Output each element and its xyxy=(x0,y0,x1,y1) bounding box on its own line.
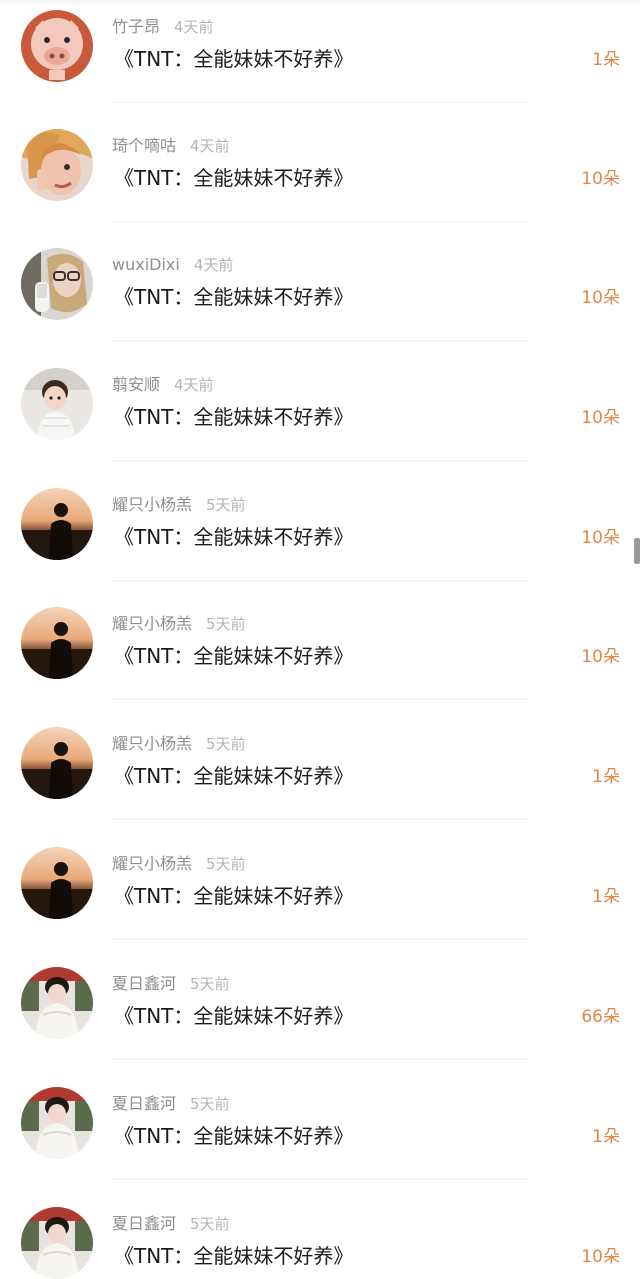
divider xyxy=(112,340,528,341)
gift-count: 1朵 xyxy=(592,1127,620,1147)
list-item[interactable]: 翦安顺 4天前 《TNT：全能妹妹不好养》 10朵 xyxy=(0,362,640,482)
username[interactable]: 夏日鑫河 xyxy=(112,1094,176,1113)
gift-title[interactable]: 《TNT：全能妹妹不好养》 xyxy=(114,402,353,432)
list-item[interactable]: 琦个嘀咕 4天前 《TNT：全能妹妹不好养》 10朵 xyxy=(0,123,640,243)
divider xyxy=(112,580,528,581)
avatar[interactable] xyxy=(21,488,93,560)
list-item[interactable]: 耀只小杨羔 5天前 《TNT：全能妹妹不好养》 10朵 xyxy=(0,482,640,602)
username[interactable]: 翦安顺 xyxy=(112,375,160,394)
gift-title[interactable]: 《TNT：全能妹妹不好养》 xyxy=(114,1121,353,1151)
gift-count: 1朵 xyxy=(592,50,620,70)
gift-count: 1朵 xyxy=(592,887,620,907)
gift-title[interactable]: 《TNT：全能妹妹不好养》 xyxy=(114,44,353,74)
username[interactable]: 耀只小杨羔 xyxy=(112,614,192,633)
avatar[interactable] xyxy=(21,607,93,679)
avatar[interactable] xyxy=(21,10,93,82)
gift-title[interactable]: 《TNT：全能妹妹不好养》 xyxy=(114,761,353,791)
list-item[interactable]: 夏日鑫河 5天前 《TNT：全能妹妹不好养》 66朵 xyxy=(0,961,640,1081)
list-item[interactable]: 竹子昂 4天前 《TNT：全能妹妹不好养》 1朵 xyxy=(0,4,640,124)
divider xyxy=(112,460,528,461)
gift-title[interactable]: 《TNT：全能妹妹不好养》 xyxy=(114,1001,353,1031)
divider xyxy=(112,819,528,820)
list-item[interactable]: 夏日鑫河 5天前 《TNT：全能妹妹不好养》 10朵 xyxy=(0,1201,640,1279)
gift-count: 10朵 xyxy=(581,528,620,548)
gift-count: 66朵 xyxy=(581,1007,620,1027)
divider xyxy=(112,939,528,940)
list-item[interactable]: wuxiDixi 4天前 《TNT：全能妹妹不好养》 10朵 xyxy=(0,242,640,362)
gift-title[interactable]: 《TNT：全能妹妹不好养》 xyxy=(114,1241,353,1271)
divider xyxy=(112,102,528,103)
gift-count: 10朵 xyxy=(581,647,620,667)
timestamp: 4天前 xyxy=(174,18,214,36)
gift-title[interactable]: 《TNT：全能妹妹不好养》 xyxy=(114,641,353,671)
list-item[interactable]: 耀只小杨羔 5天前 《TNT：全能妹妹不好养》 1朵 xyxy=(0,721,640,841)
timestamp: 5天前 xyxy=(190,1095,230,1113)
timestamp: 5天前 xyxy=(206,615,246,633)
list-item[interactable]: 耀只小杨羔 5天前 《TNT：全能妹妹不好养》 10朵 xyxy=(0,601,640,721)
avatar[interactable] xyxy=(21,1207,93,1279)
gift-count: 1朵 xyxy=(592,767,620,787)
avatar[interactable] xyxy=(21,129,93,201)
timestamp: 4天前 xyxy=(174,376,214,394)
username[interactable]: wuxiDixi xyxy=(112,255,180,274)
username[interactable]: 耀只小杨羔 xyxy=(112,854,192,873)
gift-count: 10朵 xyxy=(581,1247,620,1267)
username[interactable]: 耀只小杨羔 xyxy=(112,495,192,514)
gift-count: 10朵 xyxy=(581,288,620,308)
divider xyxy=(112,699,528,700)
avatar[interactable] xyxy=(21,248,93,320)
gift-count: 10朵 xyxy=(581,169,620,189)
timestamp: 5天前 xyxy=(190,1215,230,1233)
divider xyxy=(112,1179,528,1180)
timestamp: 5天前 xyxy=(206,735,246,753)
timestamp: 5天前 xyxy=(206,855,246,873)
username[interactable]: 夏日鑫河 xyxy=(112,974,176,993)
username[interactable]: 夏日鑫河 xyxy=(112,1214,176,1233)
gift-title[interactable]: 《TNT：全能妹妹不好养》 xyxy=(114,282,353,312)
username[interactable]: 竹子昂 xyxy=(112,17,160,36)
scrollbar-thumb[interactable] xyxy=(634,538,640,564)
username[interactable]: 琦个嘀咕 xyxy=(112,136,176,155)
avatar[interactable] xyxy=(21,727,93,799)
timestamp: 4天前 xyxy=(190,137,230,155)
gift-title[interactable]: 《TNT：全能妹妹不好养》 xyxy=(114,522,353,552)
timestamp: 5天前 xyxy=(190,975,230,993)
username[interactable]: 耀只小杨羔 xyxy=(112,734,192,753)
list-item[interactable]: 耀只小杨羔 5天前 《TNT：全能妹妹不好养》 1朵 xyxy=(0,841,640,961)
gift-title[interactable]: 《TNT：全能妹妹不好养》 xyxy=(114,881,353,911)
divider xyxy=(112,1059,528,1060)
list-item[interactable]: 夏日鑫河 5天前 《TNT：全能妹妹不好养》 1朵 xyxy=(0,1081,640,1201)
timestamp: 5天前 xyxy=(206,496,246,514)
avatar[interactable] xyxy=(21,967,93,1039)
divider xyxy=(112,221,528,222)
avatar[interactable] xyxy=(21,847,93,919)
gift-title[interactable]: 《TNT：全能妹妹不好养》 xyxy=(114,163,353,193)
timestamp: 4天前 xyxy=(193,256,234,274)
gift-count: 10朵 xyxy=(581,408,620,428)
avatar[interactable] xyxy=(21,368,93,440)
avatar[interactable] xyxy=(21,1087,93,1159)
